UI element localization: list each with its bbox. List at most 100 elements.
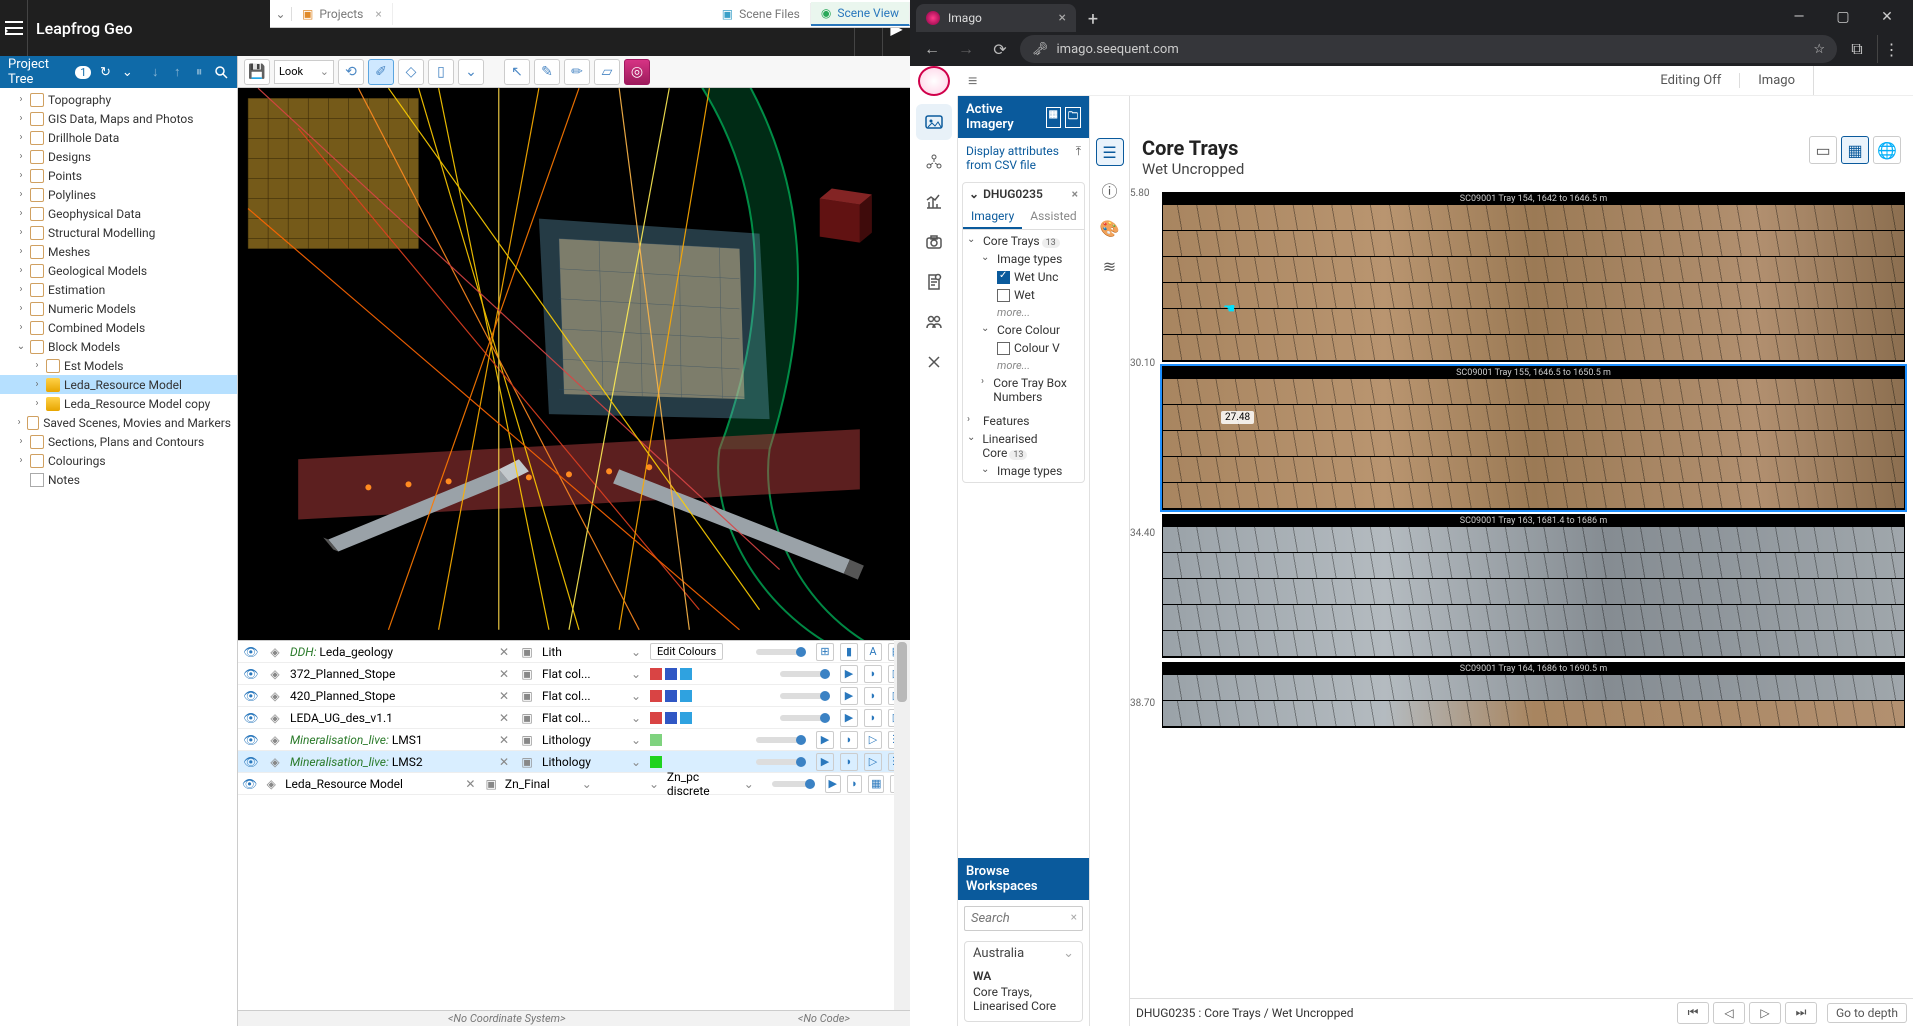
target-icon[interactable]: ◎ [624, 59, 650, 85]
layer-type-icon[interactable]: ▣ [518, 689, 536, 703]
checkbox-checked-icon[interactable] [997, 271, 1010, 284]
chevron-right-icon[interactable]: › [16, 265, 26, 276]
maximize-icon[interactable]: ▢ [1825, 6, 1861, 28]
history-icon[interactable]: ↻ [97, 63, 113, 81]
layer-attr[interactable]: Lith [542, 645, 622, 659]
remove-layer-icon[interactable]: ✕ [464, 777, 478, 791]
core-row[interactable] [1163, 527, 1904, 553]
search-input[interactable] [964, 906, 1083, 931]
visibility-icon[interactable]: 👁 [242, 733, 260, 747]
refresh-icon[interactable]: ⟲ [338, 59, 364, 85]
tree-node[interactable]: ›Leda_Resource Model copy [0, 394, 237, 413]
tree-node[interactable]: ›Topography [0, 90, 237, 109]
scene-layer-list[interactable]: 👁◈DDH: Leda_geology✕▣Lith⌄Edit Colours⊞▮… [238, 640, 910, 1010]
chevron-right-icon[interactable]: › [32, 398, 42, 409]
collapse-icon[interactable]: ↓ [147, 63, 163, 81]
extensions-icon[interactable]: ⧉ [1843, 35, 1871, 63]
opacity-slider[interactable] [756, 737, 806, 743]
opacity-slider[interactable] [756, 649, 806, 655]
layer-type-icon[interactable]: ▣ [518, 755, 536, 769]
chevron-right-icon[interactable]: › [16, 208, 26, 219]
colour-swatch[interactable] [650, 734, 662, 746]
tree-wet[interactable]: Wet [963, 286, 1084, 304]
remove-layer-icon[interactable]: ✕ [496, 711, 512, 725]
layer-row[interactable]: 👁◈Leda_Resource Model✕▣Zn_Final⌄⌄Zn_pc d… [238, 773, 910, 795]
remove-layer-icon[interactable]: ✕ [496, 733, 512, 747]
chevron-down-icon[interactable] [969, 187, 979, 201]
checkbox-icon[interactable] [997, 289, 1010, 302]
opacity-slider[interactable] [772, 781, 815, 787]
folder-icon[interactable]: 🗀 [1065, 107, 1081, 128]
imago-logo-icon[interactable] [918, 66, 950, 96]
tree-more-1[interactable]: more... [963, 304, 1084, 321]
chevron-right-icon[interactable]: › [16, 455, 26, 466]
eraser-icon[interactable]: ▱ [594, 59, 620, 85]
colour-swatch[interactable] [650, 712, 662, 724]
upload-icon[interactable]: ⤒ [1076, 144, 1081, 159]
tree-node[interactable]: ›Designs [0, 147, 237, 166]
layer-config-icon[interactable]: ◈ [264, 777, 280, 791]
chevron-down-icon[interactable]: ⌄ [458, 59, 484, 85]
search-icon[interactable] [213, 63, 229, 81]
core-row[interactable] [1163, 257, 1904, 283]
chevron-right-icon[interactable]: › [16, 284, 26, 295]
core-row[interactable] [1163, 631, 1904, 657]
chevron-right-icon[interactable]: › [32, 360, 42, 371]
core-row[interactable] [1163, 309, 1904, 335]
tree-node[interactable]: ›GIS Data, Maps and Photos [0, 109, 237, 128]
edit-colours-button[interactable]: Edit Colours [650, 643, 723, 660]
tree-features[interactable]: ›Features [963, 412, 1084, 430]
layer-config-icon[interactable]: ◈ [266, 645, 284, 659]
layer-config-icon[interactable]: ◈ [266, 711, 284, 725]
core-row[interactable] [1163, 205, 1904, 231]
tree-image-types[interactable]: ⌄Image types [963, 250, 1084, 268]
lasso-icon[interactable]: ◇ [398, 59, 424, 85]
chevron-right-icon[interactable]: › [16, 322, 26, 333]
brush-icon[interactable]: ✏ [564, 59, 590, 85]
dropdown-icon[interactable]: ⌄ [628, 689, 644, 703]
tree-more-2[interactable]: more... [963, 357, 1084, 374]
pause-icon[interactable]: ⏸ [191, 63, 207, 81]
remove-layer-icon[interactable]: ✕ [496, 667, 512, 681]
core-row[interactable] [1163, 283, 1904, 309]
tab-scene-files[interactable]: ▣ Scene Files [712, 3, 811, 25]
layer-row[interactable]: 👁◈Mineralisation_live: LMS1✕▣Lithology⌄▶… [238, 729, 910, 751]
next-icon[interactable]: ▷ [1749, 1002, 1781, 1024]
project-tree[interactable]: ›Topography›GIS Data, Maps and Photos›Dr… [0, 88, 237, 1026]
chevron-right-icon[interactable]: › [15, 417, 23, 428]
tab-imagery[interactable]: Imagery [963, 205, 1022, 229]
layer-attr[interactable]: Flat col... [542, 711, 622, 725]
layer-attr[interactable]: Flat col... [542, 667, 622, 681]
layer-action-play[interactable]: ▶ [840, 687, 858, 705]
colour-swatch[interactable] [680, 690, 692, 702]
chevron-right-icon[interactable]: › [16, 227, 26, 238]
forward-icon[interactable]: → [952, 35, 980, 63]
opacity-slider[interactable] [780, 671, 830, 677]
core-row[interactable] [1163, 553, 1904, 579]
first-icon[interactable]: ⏮ [1677, 1002, 1709, 1024]
tree-wet-unc[interactable]: Wet Unc [963, 268, 1084, 286]
core-row[interactable] [1163, 405, 1904, 431]
tree-node[interactable]: ›Geophysical Data [0, 204, 237, 223]
go-to-depth-button[interactable]: Go to depth [1827, 1003, 1907, 1023]
dropdown-icon[interactable]: ⌄ [628, 667, 644, 681]
layer-action-code[interactable]: ⊞ [816, 643, 834, 661]
chevron-down-icon[interactable]: ⌄ [1063, 946, 1074, 961]
editing-toggle[interactable]: Editing Off [1642, 73, 1740, 88]
visibility-icon[interactable]: 👁 [242, 777, 258, 791]
layer-row[interactable]: 👁◈DDH: Leda_geology✕▣Lith⌄Edit Colours⊞▮… [238, 641, 910, 663]
chevron-right-icon[interactable]: › [16, 170, 26, 181]
core-row[interactable] [1163, 483, 1904, 509]
tree-linearised[interactable]: ⌄Linearised Core13 [963, 430, 1084, 462]
pointer-icon[interactable]: ↖ [504, 59, 530, 85]
close-tab-icon[interactable]: × [1059, 10, 1066, 26]
save-icon[interactable]: 💾 [244, 59, 270, 85]
rail-tools-icon[interactable] [916, 344, 952, 380]
drillhole-header[interactable]: DHUG0235 × [963, 183, 1084, 205]
layer-action-semi[interactable]: ◗ [840, 731, 858, 749]
visibility-icon[interactable]: 👁 [242, 755, 260, 769]
tab-assisted[interactable]: Assisted [1022, 205, 1084, 229]
colour-swatch[interactable] [665, 712, 677, 724]
dropdown-icon[interactable]: ⌄ [580, 777, 594, 791]
chevron-right-icon[interactable]: › [32, 379, 42, 390]
